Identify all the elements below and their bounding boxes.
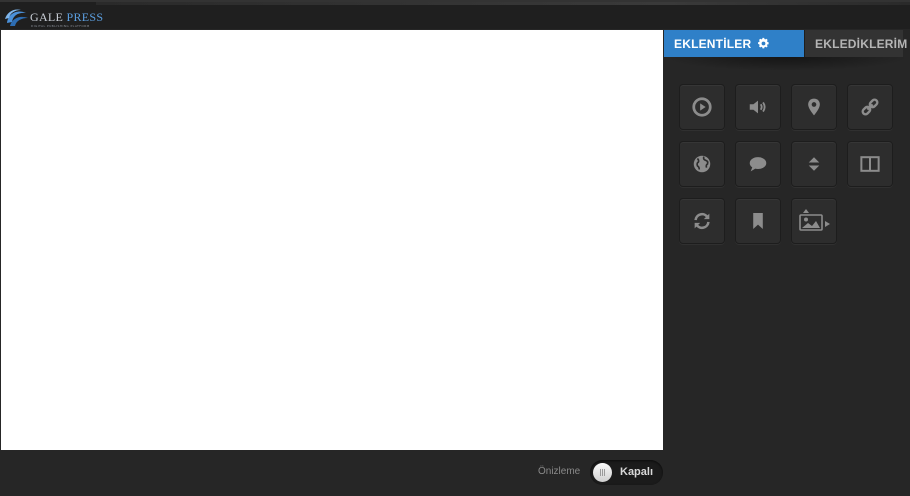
top-bar: Gale Press DIGITAL PUBLISHING PLATFORM <box>0 0 910 29</box>
logo-swirl-icon <box>5 9 28 26</box>
logo-word-gale: Gale <box>30 10 64 24</box>
brand-logo[interactable]: Gale Press DIGITAL PUBLISHING PLATFORM <box>4 7 103 29</box>
plugin-grid <box>679 84 893 244</box>
gear-icon <box>758 37 769 49</box>
plugins-panel: EKLENTİLER EKLEDİKLERİM <box>663 29 910 450</box>
audio-icon <box>749 100 766 114</box>
tab-ekledgiklerim[interactable]: EKLEDİKLERİM <box>804 30 907 57</box>
tab-eklentiler-label: EKLENTİLER <box>674 36 752 51</box>
map-plugin-button[interactable] <box>791 84 837 130</box>
globe-icon <box>693 155 711 173</box>
logo-tagline: DIGITAL PUBLISHING PLATFORM <box>31 24 90 28</box>
bookmark-plugin-button[interactable] <box>735 198 781 244</box>
top-bar-divider <box>96 2 910 5</box>
gallery-plugin-button[interactable] <box>791 198 837 244</box>
slideshow-icon <box>799 209 830 231</box>
toggle-state-label: Kapalı <box>620 466 654 478</box>
preview-label: Önizleme <box>538 466 581 477</box>
comment-icon <box>749 157 767 172</box>
page-canvas[interactable] <box>1 30 663 450</box>
tooltip-plugin-button[interactable] <box>735 141 781 187</box>
refresh-icon <box>694 212 710 230</box>
animation-plugin-button[interactable] <box>679 198 725 244</box>
tab-ekledgiklerim-label: EKLEDİKLERİM <box>815 36 908 51</box>
bottom-bar: Önizleme Kapalı <box>0 450 910 496</box>
slider-plugin-button[interactable] <box>847 141 893 187</box>
toggle-knob[interactable] <box>593 463 612 482</box>
tab-eklentiler[interactable]: EKLENTİLER <box>664 30 804 57</box>
web-plugin-button[interactable] <box>679 141 725 187</box>
link-icon <box>861 98 879 116</box>
map-marker-icon <box>808 98 820 116</box>
split-view-icon <box>860 156 880 172</box>
logo-word-press: Press <box>66 10 104 24</box>
video-icon <box>692 97 712 117</box>
preview-toggle[interactable]: Kapalı <box>590 460 663 485</box>
scroller-plugin-button[interactable] <box>791 141 837 187</box>
scroll-icon <box>808 157 820 171</box>
logo-wordmark: Gale Press <box>30 10 103 25</box>
video-plugin-button[interactable] <box>679 84 725 130</box>
bookmark-icon <box>753 213 763 229</box>
panel-tabs: EKLENTİLER EKLEDİKLERİM <box>664 30 907 57</box>
audio-plugin-button[interactable] <box>735 84 781 130</box>
link-plugin-button[interactable] <box>847 84 893 130</box>
tabs-shadow <box>663 57 910 71</box>
